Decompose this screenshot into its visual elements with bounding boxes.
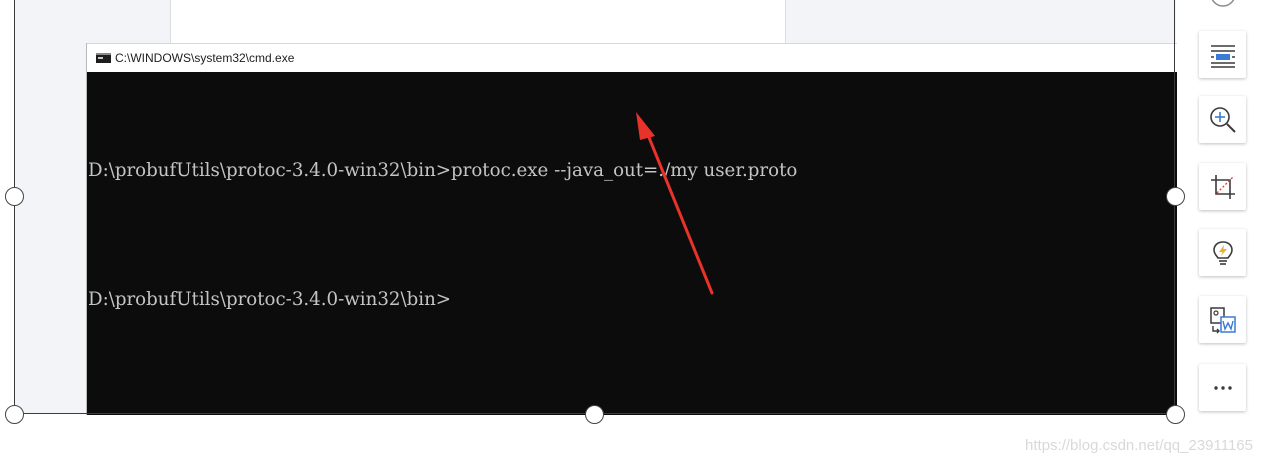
convert-to-word-button[interactable] <box>1199 296 1246 343</box>
more-icon <box>1213 385 1232 390</box>
resize-handle-bottom-left[interactable] <box>5 405 24 424</box>
text-wrap-icon <box>1210 44 1235 68</box>
lightbulb-icon <box>1212 240 1233 265</box>
watermark: https://blog.csdn.net/qq_23911165 <box>1025 437 1253 454</box>
image-ideas-button[interactable] <box>1199 229 1246 276</box>
crop-button[interactable] <box>1199 163 1246 210</box>
resize-handle-right[interactable] <box>1166 187 1185 206</box>
minus-circle-icon <box>1211 0 1234 7</box>
convert-to-word-icon <box>1209 306 1236 333</box>
more-options-button[interactable] <box>1199 364 1246 411</box>
zoom-in-button[interactable] <box>1199 96 1246 143</box>
layout-options-button[interactable] <box>1199 31 1246 78</box>
minus-circle-button[interactable] <box>1199 0 1246 17</box>
resize-handle-left[interactable] <box>5 187 24 206</box>
zoom-in-icon <box>1209 106 1236 133</box>
image-selection-frame <box>14 0 1175 414</box>
resize-handle-bottom[interactable] <box>585 405 604 424</box>
crop-icon <box>1210 174 1235 199</box>
resize-handle-bottom-right[interactable] <box>1166 405 1185 424</box>
